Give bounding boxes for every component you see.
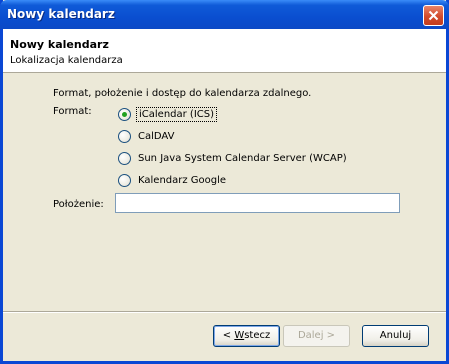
cancel-button[interactable]: Anuluj <box>362 325 429 347</box>
location-label: Położenie: <box>53 199 104 210</box>
back-button-prefix: < <box>222 330 235 341</box>
location-input[interactable] <box>115 193 400 213</box>
wizard-header-subtitle: Lokalizacja kalendarza <box>10 55 123 66</box>
close-icon <box>428 10 439 21</box>
radio-label-icalendar[interactable]: iCalendar (ICS) <box>135 106 218 122</box>
radio-label-caldav[interactable]: CalDAV <box>138 131 174 142</box>
next-button[interactable]: Dalej > <box>283 325 350 347</box>
format-label: Format: <box>53 106 92 117</box>
radio-label-wcap[interactable]: Sun Java System Calendar Server (WCAP) <box>138 153 347 164</box>
wizard-header: Nowy kalendarz Lokalizacja kalendarza <box>3 29 446 73</box>
radio-selected-icon[interactable] <box>118 107 131 121</box>
radio-unselected-icon[interactable] <box>118 129 131 143</box>
radio-wcap[interactable]: Sun Java System Calendar Server (WCAP) <box>118 150 347 166</box>
title-bar[interactable]: Nowy kalendarz <box>0 0 449 29</box>
window-title: Nowy kalendarz <box>7 7 115 21</box>
back-button[interactable]: < Wstecz <box>213 325 280 347</box>
form-description: Format, położenie i dostęp do kalendarza… <box>53 88 312 99</box>
footer-separator <box>3 311 446 313</box>
wizard-header-title: Nowy kalendarz <box>10 38 109 51</box>
radio-caldav[interactable]: CalDAV <box>118 128 174 144</box>
radio-label-google[interactable]: Kalendarz Google <box>138 175 226 186</box>
radio-unselected-icon[interactable] <box>118 151 131 165</box>
radio-unselected-icon[interactable] <box>118 173 131 187</box>
dialog-window: Nowy kalendarz Nowy kalendarz Lokalizacj… <box>0 0 449 364</box>
back-button-rest: stecz <box>244 330 271 341</box>
radio-icalendar[interactable]: iCalendar (ICS) <box>118 106 218 122</box>
back-button-accesskey: W <box>234 330 245 341</box>
radio-google[interactable]: Kalendarz Google <box>118 172 226 188</box>
close-button[interactable] <box>423 5 444 26</box>
radio-dot-icon <box>122 111 127 117</box>
